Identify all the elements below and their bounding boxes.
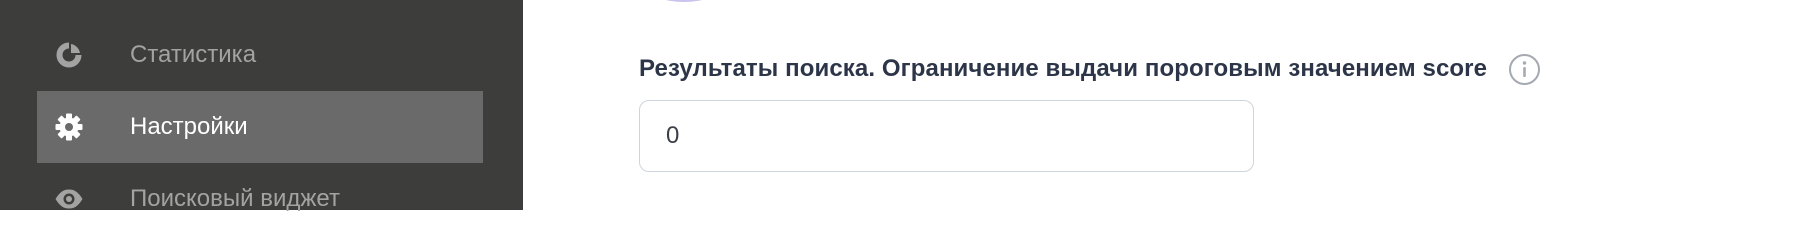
settings-panel: Результаты поиска. Ограничение выдачи по… <box>523 0 1798 210</box>
info-icon[interactable] <box>1508 53 1541 86</box>
sidebar-item-settings[interactable]: Настройки <box>37 91 483 163</box>
sidebar-item-search-widget[interactable]: Поисковый виджет <box>37 163 483 235</box>
sidebar-item-label: Поисковый виджет <box>130 185 340 212</box>
gear-icon <box>54 112 84 142</box>
sidebar: Статистика Настройки Поисковый виджет <box>0 0 523 212</box>
sidebar-item-statistics[interactable]: Статистика <box>37 19 483 91</box>
score-threshold-input[interactable] <box>639 100 1254 172</box>
partial-circle-decoration <box>648 0 720 2</box>
chart-pie-icon <box>54 40 84 70</box>
eye-icon <box>54 184 84 214</box>
score-threshold-label: Результаты поиска. Ограничение выдачи по… <box>639 55 1488 82</box>
sidebar-item-label: Настройки <box>130 113 248 140</box>
sidebar-item-label: Статистика <box>130 41 257 68</box>
